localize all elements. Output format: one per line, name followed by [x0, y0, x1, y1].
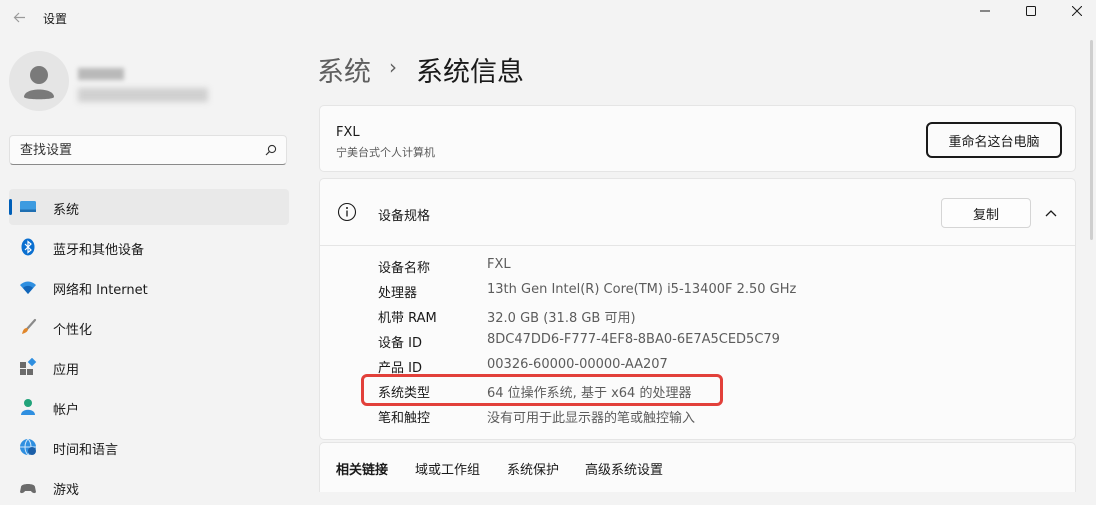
gamepad-icon — [20, 484, 36, 494]
title-bar: 设置 — [0, 0, 1096, 36]
device-specs-title: 设备规格 — [378, 209, 431, 224]
search-icon[interactable] — [265, 144, 277, 156]
back-button[interactable] — [8, 6, 30, 28]
spec-label: 处理器 — [378, 286, 418, 301]
spec-value: 没有可用于此显示器的笔或触控输入 — [487, 411, 696, 426]
spec-label: 设备 ID — [378, 336, 422, 351]
sidebar-item-bluetooth[interactable]: 蓝牙和其他设备 — [9, 229, 289, 265]
copy-button[interactable]: 复制 — [941, 198, 1031, 228]
app-title: 设置 — [43, 12, 68, 26]
sidebar-item-label: 应用 — [53, 363, 80, 378]
info-icon — [337, 202, 357, 222]
spec-value: 32.0 GB (31.8 GB 可用) — [487, 311, 636, 326]
sidebar-item-personalization[interactable]: 个性化 — [9, 309, 289, 345]
rename-pc-button[interactable]: 重命名这台电脑 — [926, 122, 1062, 158]
spec-value: 8DC47DD6-F777-4EF8-8BA0-6E7A5CED5C79 — [487, 332, 780, 347]
sidebar-item-label: 游戏 — [53, 483, 80, 498]
globe-clock-icon — [20, 438, 36, 456]
spec-value: 13th Gen Intel(R) Core(TM) i5-13400F 2.5… — [487, 282, 797, 297]
close-icon — [1072, 6, 1082, 16]
active-indicator — [9, 199, 12, 215]
monitor-icon — [20, 201, 36, 212]
spec-label: 笔和触控 — [378, 411, 431, 426]
avatar[interactable] — [9, 51, 69, 111]
person-icon — [21, 399, 35, 415]
sidebar-item-time-language[interactable]: 时间和语言 — [9, 429, 289, 465]
spec-label: 设备名称 — [378, 261, 431, 276]
device-name: FXL — [336, 125, 360, 140]
apps-icon — [20, 358, 37, 375]
sidebar-item-label: 蓝牙和其他设备 — [53, 243, 145, 258]
link-system-protection[interactable]: 系统保护 — [507, 459, 559, 478]
sidebar-item-label: 帐户 — [53, 403, 80, 418]
sidebar-item-network[interactable]: 网络和 Internet — [9, 269, 289, 305]
minimize-icon — [980, 10, 990, 12]
minimize-button[interactable] — [962, 0, 1008, 22]
link-domain-workgroup[interactable]: 域或工作组 — [415, 459, 480, 478]
page-title: 系统信息 — [416, 57, 524, 88]
arrow-left-icon — [13, 12, 25, 22]
device-specs-header[interactable]: 设备规格 复制 — [320, 179, 1075, 246]
sidebar-item-label: 个性化 — [53, 323, 93, 338]
user-icon — [24, 66, 54, 100]
chevron-up-icon — [1045, 210, 1057, 217]
device-model: 宁美台式个人计算机 — [336, 146, 435, 159]
link-advanced-system-settings[interactable]: 高级系统设置 — [585, 459, 663, 478]
account-name-redacted — [78, 68, 124, 80]
annotation-highlight-box — [361, 374, 723, 406]
wifi-icon — [20, 281, 36, 294]
breadcrumb-separator: › — [389, 55, 397, 79]
collapse-button[interactable] — [1038, 201, 1064, 225]
breadcrumb-parent[interactable]: 系统 — [317, 50, 371, 89]
sidebar-item-label: 网络和 Internet — [53, 283, 148, 298]
maximize-icon — [1026, 6, 1036, 16]
sidebar-item-system[interactable]: 系统 — [9, 189, 289, 225]
account-email-redacted — [78, 88, 208, 102]
bluetooth-icon — [21, 238, 35, 256]
search-input[interactable] — [20, 141, 250, 159]
spec-value: 00326-60000-00000-AA207 — [487, 357, 668, 372]
search-box[interactable] — [9, 135, 287, 165]
spec-label: 机带 RAM — [378, 311, 437, 326]
scrollbar[interactable] — [1090, 40, 1093, 240]
maximize-button[interactable] — [1008, 0, 1054, 22]
device-card: FXL 宁美台式个人计算机 重命名这台电脑 — [319, 105, 1076, 172]
brush-icon — [22, 318, 37, 334]
sidebar-item-accounts[interactable]: 帐户 — [9, 389, 289, 425]
spec-value: FXL — [487, 257, 511, 272]
sidebar-item-label: 系统 — [53, 203, 80, 218]
close-button[interactable] — [1054, 0, 1096, 22]
sidebar-item-apps[interactable]: 应用 — [9, 349, 289, 385]
related-links-card: 相关链接 域或工作组 系统保护 高级系统设置 — [319, 442, 1076, 492]
sidebar-item-gaming[interactable]: 游戏 — [9, 469, 289, 505]
related-links-title: 相关链接 — [336, 463, 389, 478]
sidebar-item-label: 时间和语言 — [53, 443, 119, 458]
